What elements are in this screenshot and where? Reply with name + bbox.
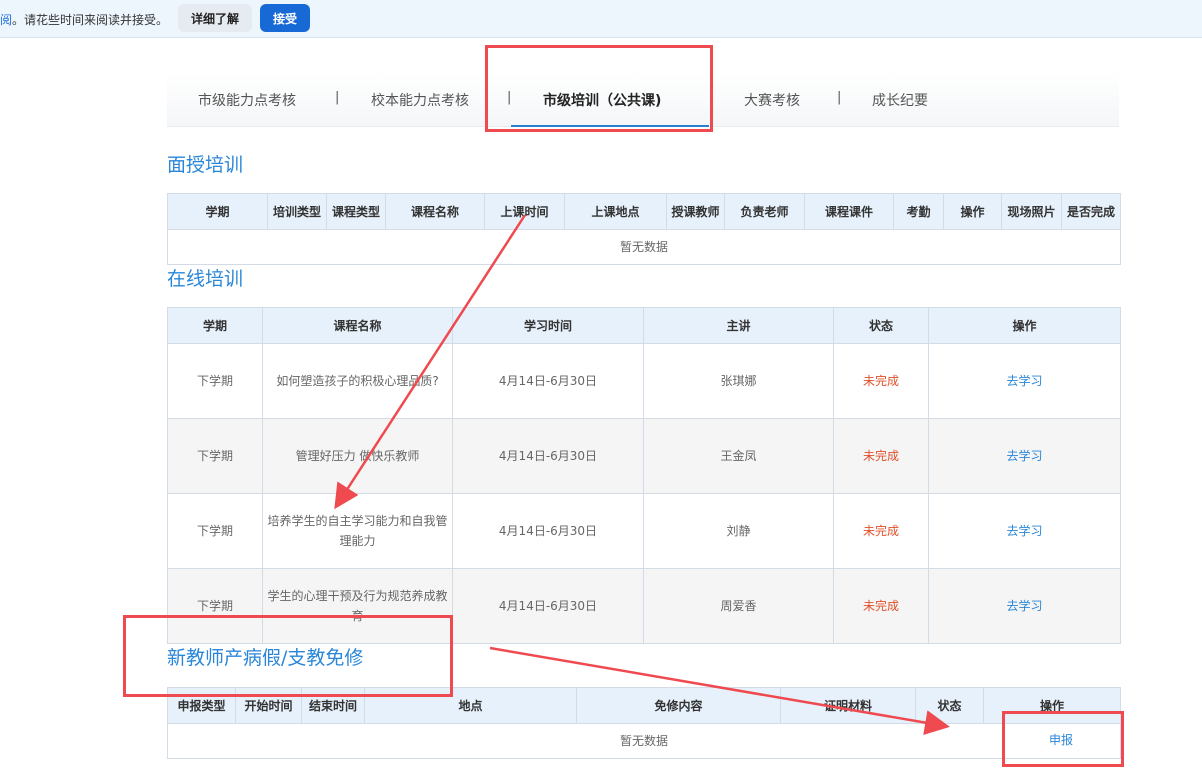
tab-bar: 市级能力点考核 | 校本能力点考核 | 市级培训（公共课) 大赛考核 | 成长纪… [167, 72, 1119, 127]
status-cell: 未完成 [833, 418, 929, 494]
online-training-table: 学期 课程名称 学习时间 主讲 状态 操作 下学期 如何塑造孩子的积极心理品质?… [167, 307, 1121, 644]
speaker-cell: 王金凤 [643, 418, 834, 494]
column-header: 免修内容 [576, 687, 781, 724]
study-time-cell: 4月14日-6月30日 [452, 418, 644, 494]
table-row: 暂无数据 [167, 723, 1121, 759]
column-header: 是否完成 [1061, 193, 1121, 230]
study-time-cell: 4月14日-6月30日 [452, 568, 644, 644]
term-cell: 下学期 [167, 493, 263, 569]
tab-city-training-public[interactable]: 市级培训（公共课) [543, 90, 661, 110]
course-name-cell: 培养学生的自主学习能力和自我管理能力 [262, 493, 453, 569]
column-header: 开始时间 [235, 687, 302, 724]
course-name-cell: 学生的心理干预及行为规范养成教育 [262, 568, 453, 644]
course-name-cell: 管理好压力 做快乐教师 [262, 418, 453, 494]
column-header: 上课时间 [484, 193, 565, 230]
column-header: 申报类型 [167, 687, 236, 724]
table-header-row: 申报类型 开始时间 结束时间 地点 免修内容 证明材料 状态 操作 [167, 687, 1121, 724]
new-teacher-exemption-title: 新教师产病假/支教免修 [167, 647, 364, 669]
table-row: 下学期 管理好压力 做快乐教师 4月14日-6月30日 王金凤 未完成 去学习 [167, 418, 1121, 494]
column-header: 课程类型 [326, 193, 386, 230]
table-header-row: 学期 课程名称 学习时间 主讲 状态 操作 [167, 307, 1121, 344]
column-header: 操作 [983, 687, 1121, 724]
speaker-cell: 张琪娜 [643, 343, 834, 419]
study-time-cell: 4月14日-6月30日 [452, 343, 644, 419]
column-header: 负责老师 [724, 193, 805, 230]
column-header: 操作 [928, 307, 1121, 344]
column-header: 考勤 [893, 193, 944, 230]
term-cell: 下学期 [167, 418, 263, 494]
go-study-link[interactable]: 去学习 [928, 568, 1121, 644]
column-header: 授课教师 [666, 193, 725, 230]
column-header: 上课地点 [564, 193, 667, 230]
table-row: 下学期 如何塑造孩子的积极心理品质? 4月14日-6月30日 张琪娜 未完成 去… [167, 343, 1121, 419]
face-training-title: 面授培训 [167, 154, 244, 176]
go-study-link[interactable]: 去学习 [928, 493, 1121, 569]
tab-separator: | [507, 90, 512, 105]
tab-separator: | [335, 90, 340, 105]
column-header: 学期 [167, 193, 268, 230]
column-header: 状态 [915, 687, 984, 724]
table-row: 下学期 学生的心理干预及行为规范养成教育 4月14日-6月30日 周爱香 未完成… [167, 568, 1121, 644]
tab-school-ability-assessment[interactable]: 校本能力点考核 [371, 90, 469, 110]
go-study-link[interactable]: 去学习 [928, 418, 1121, 494]
column-header: 学习时间 [452, 307, 644, 344]
column-header: 课程名称 [385, 193, 485, 230]
column-header: 地点 [364, 687, 577, 724]
column-header: 培训类型 [267, 193, 327, 230]
empty-state: 暂无数据 [167, 723, 1121, 759]
notice-lead-link[interactable]: 阅 [0, 13, 12, 27]
status-cell: 未完成 [833, 343, 929, 419]
notice-message: 。请花些时间来阅读并接受。 [12, 13, 169, 27]
accept-button[interactable]: 接受 [260, 4, 310, 32]
consent-notice-bar: 阅。请花些时间来阅读并接受。 详细了解 接受 [0, 0, 1202, 38]
study-time-cell: 4月14日-6月30日 [452, 493, 644, 569]
term-cell: 下学期 [167, 568, 263, 644]
speaker-cell: 周爱香 [643, 568, 834, 644]
term-cell: 下学期 [167, 343, 263, 419]
column-header: 证明材料 [780, 687, 916, 724]
tab-competition-assessment[interactable]: 大赛考核 [744, 90, 800, 110]
face-training-table: 学期 培训类型 课程类型 课程名称 上课时间 上课地点 授课教师 负责老师 课程… [167, 193, 1121, 265]
course-name-cell: 如何塑造孩子的积极心理品质? [262, 343, 453, 419]
speaker-cell: 刘静 [643, 493, 834, 569]
table-row: 暂无数据 [167, 229, 1121, 265]
column-header: 学期 [167, 307, 263, 344]
apply-link[interactable]: 申报 [1003, 723, 1119, 757]
empty-state: 暂无数据 [167, 229, 1121, 265]
status-cell: 未完成 [833, 568, 929, 644]
online-training-title: 在线培训 [167, 268, 244, 290]
go-study-link[interactable]: 去学习 [928, 343, 1121, 419]
column-header: 状态 [833, 307, 929, 344]
learn-more-button[interactable]: 详细了解 [178, 4, 252, 32]
column-header: 现场照片 [1001, 193, 1062, 230]
status-cell: 未完成 [833, 493, 929, 569]
tab-growth-record[interactable]: 成长纪要 [872, 90, 928, 110]
column-header: 课程课件 [804, 193, 894, 230]
column-header: 结束时间 [301, 687, 365, 724]
column-header: 主讲 [643, 307, 834, 344]
tab-separator: | [837, 90, 842, 105]
active-tab-indicator [511, 125, 709, 127]
table-row: 下学期 培养学生的自主学习能力和自我管理能力 4月14日-6月30日 刘静 未完… [167, 493, 1121, 569]
column-header: 操作 [943, 193, 1002, 230]
table-header-row: 学期 培训类型 课程类型 课程名称 上课时间 上课地点 授课教师 负责老师 课程… [167, 193, 1121, 230]
new-teacher-exemption-table: 申报类型 开始时间 结束时间 地点 免修内容 证明材料 状态 操作 暂无数据 [167, 687, 1121, 759]
column-header: 课程名称 [262, 307, 453, 344]
notice-text: 阅。请花些时间来阅读并接受。 [0, 11, 168, 28]
tab-city-ability-assessment[interactable]: 市级能力点考核 [198, 90, 296, 110]
